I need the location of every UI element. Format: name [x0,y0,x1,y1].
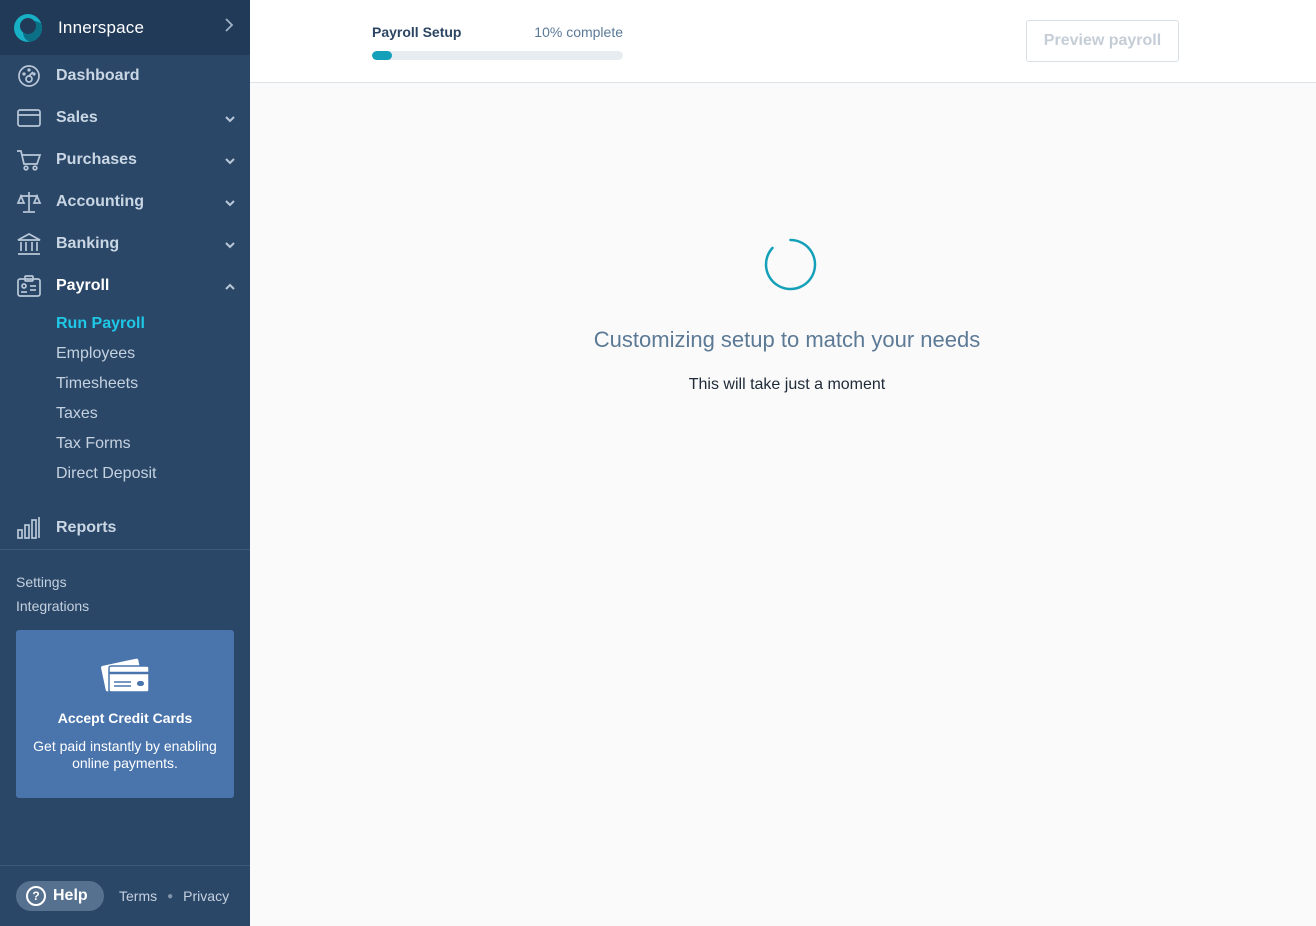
nav-accounting[interactable]: Accounting [0,181,250,223]
nav-label: Accounting [56,193,144,210]
loading-title: Customizing setup to match your needs [593,327,981,352]
nav-label: Banking [56,235,120,252]
privacy-link[interactable]: Privacy [183,888,229,904]
subnav-employees[interactable]: Employees [0,339,250,369]
sidebar-divider [0,865,250,866]
progress-track [372,51,623,60]
help-button[interactable]: ? Help [16,881,104,911]
nav-banking[interactable]: Banking [0,223,250,265]
sidebar: Innerspace Dashboard Sales Purchases Acc… [0,0,250,926]
nav-label: Dashboard [56,67,140,84]
nav-label: Sales [56,109,98,126]
org-switcher[interactable]: Innerspace [0,0,250,55]
nav-label: Purchases [56,151,137,168]
subnav-timesheets[interactable]: Timesheets [0,369,250,399]
subnav-run-payroll[interactable]: Run Payroll [0,309,250,339]
subnav-direct-deposit[interactable]: Direct Deposit [0,459,250,489]
main-content: Customizing setup to match your needs Th… [250,84,1316,926]
chevron-down-icon [224,196,236,208]
subnav-tax-forms[interactable]: Tax Forms [0,429,250,459]
question-icon: ? [26,886,46,906]
help-label: Help [53,887,88,904]
nav-sales[interactable]: Sales [0,97,250,139]
setup-progress: Payroll Setup 10% complete [372,24,623,60]
separator-dot: ● [167,890,174,902]
nav-dashboard[interactable]: Dashboard [0,55,250,97]
scales-icon [16,189,42,215]
payroll-subnav: Run Payroll Employees Timesheets Taxes T… [0,307,250,507]
cart-icon [16,147,42,173]
badge-icon [16,273,42,299]
preview-payroll-button[interactable]: Preview payroll [1026,20,1179,62]
terms-link[interactable]: Terms [119,888,157,904]
sidebar-divider [0,549,250,550]
nav-payroll[interactable]: Payroll [0,265,250,307]
top-bar: Payroll Setup 10% complete Preview payro… [250,0,1316,83]
nav-reports[interactable]: Reports [0,507,250,549]
chevron-down-icon [224,112,236,124]
credit-cards-icon [99,654,151,694]
bank-icon [16,231,42,257]
chevron-up-icon [224,280,236,292]
nav-label: Reports [56,519,117,536]
nav-label: Payroll [56,277,110,294]
accept-credit-cards-promo[interactable]: Accept Credit Cards Get paid instantly b… [16,630,234,798]
loading-subtitle: This will take just a moment [688,376,886,393]
sales-card-icon [16,105,42,131]
settings-link[interactable]: Settings [16,570,89,594]
progress-fill [372,51,393,60]
promo-title: Accept Credit Cards [57,710,193,726]
nav-purchases[interactable]: Purchases [0,139,250,181]
chevron-down-icon [224,154,236,166]
chevron-right-icon [224,18,234,37]
integrations-link[interactable]: Integrations [16,594,89,618]
brand-logo [14,13,42,42]
subnav-taxes[interactable]: Taxes [0,399,250,429]
bar-chart-icon [16,515,42,541]
progress-percent: 10% complete [534,24,623,40]
dashboard-icon [16,63,42,89]
promo-text: Get paid instantly by enabling online pa… [33,738,217,771]
org-name: Innerspace [58,17,145,37]
loading-spinner-icon [763,237,818,292]
chevron-down-icon [224,238,236,250]
